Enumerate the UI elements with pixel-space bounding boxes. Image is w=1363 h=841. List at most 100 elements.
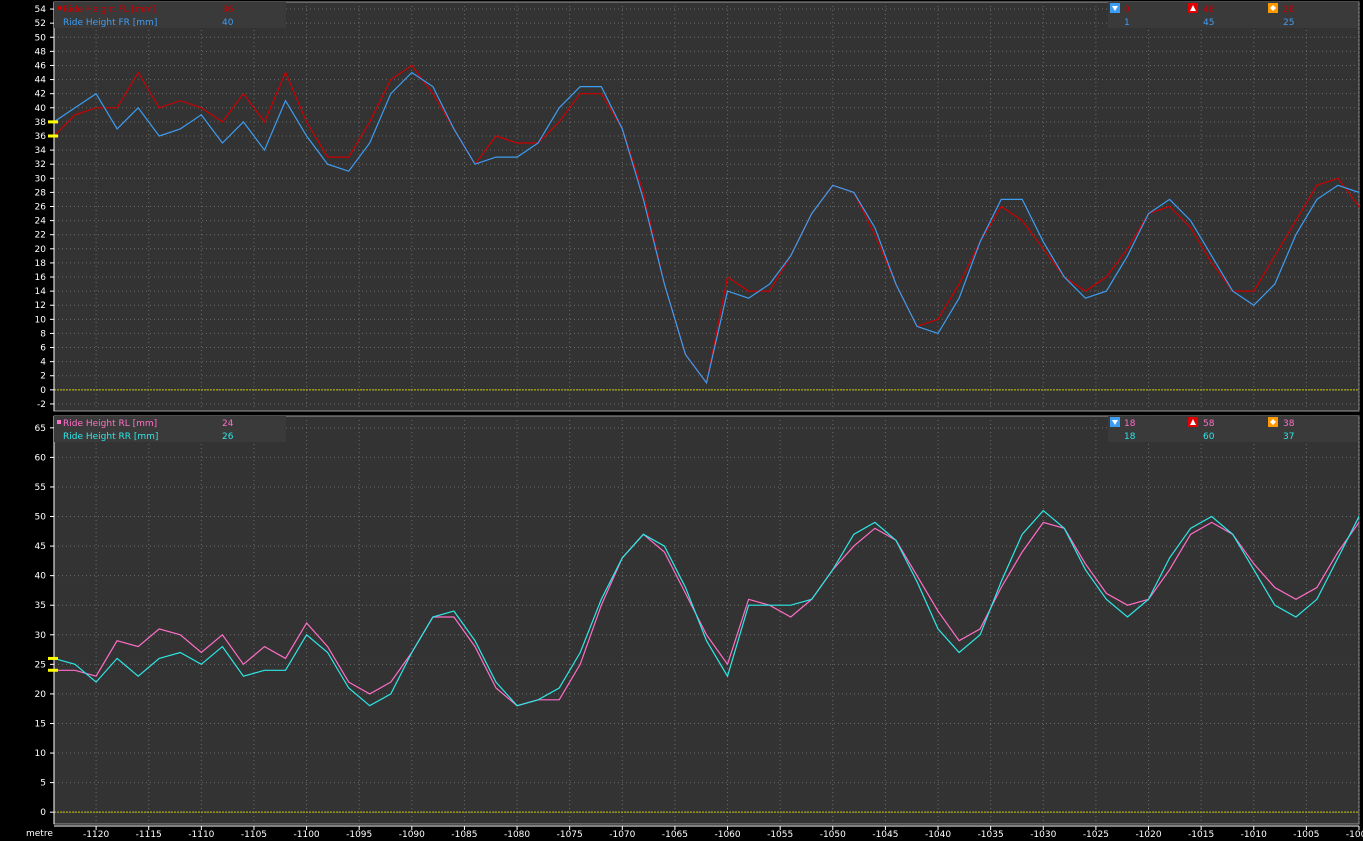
bottom-y-tick-label: 50 [35, 513, 47, 523]
legend-value-rr: 26 [222, 432, 234, 442]
top-y-tick-label: 36 [35, 132, 47, 142]
top-y-tick-label: -2 [37, 400, 46, 410]
top-y-tick-label: 50 [35, 33, 47, 43]
top-y-tick-label: 0 [40, 386, 46, 396]
bottom-y-tick-label: 10 [35, 749, 47, 759]
x-tick-label: -1085 [451, 830, 477, 840]
legend-value-fl: 36 [222, 5, 234, 15]
x-tick-label: -1100 [294, 830, 320, 840]
x-tick-label: -1075 [557, 830, 583, 840]
bottom-y-tick-label: 65 [35, 424, 46, 434]
top-y-tick-label: 52 [35, 19, 46, 29]
x-tick-label: -1020 [1135, 830, 1161, 840]
legend-value-fr: 40 [222, 18, 234, 28]
max-icon [1188, 417, 1198, 427]
top-y-tick-label: 30 [35, 174, 47, 184]
rr-avg-value: 37 [1283, 432, 1294, 442]
top-y-tick-label: 4 [40, 358, 46, 368]
min-icon [1110, 417, 1120, 427]
legend-label-rl[interactable]: Ride Height RL [mm] [63, 419, 157, 429]
x-tick-label: -1040 [925, 830, 951, 840]
top-y-tick-label: 22 [35, 231, 46, 241]
top-y-tick-label: 54 [35, 5, 47, 15]
x-tick-label: -1030 [1030, 830, 1056, 840]
top-y-tick-label: 24 [35, 217, 47, 227]
x-tick-label: -1055 [767, 830, 793, 840]
rl-max-value: 58 [1203, 419, 1215, 429]
legend-label-rr[interactable]: Ride Height RR [mm] [63, 432, 158, 442]
top-stats: 0 46 26 1 45 25 [1108, 2, 1358, 28]
top-y-tick-label: 46 [35, 61, 47, 71]
x-tick-label: -1070 [609, 830, 635, 840]
top-y-tick-label: 48 [35, 47, 47, 57]
bottom-y-tick-label: 5 [40, 779, 46, 789]
top-y-tick-label: 16 [35, 273, 47, 283]
top-y-tick-label: 20 [35, 245, 47, 255]
fr-min-value: 1 [1124, 18, 1130, 28]
bottom-y-tick-label: 30 [35, 631, 47, 641]
fl-min-value: 0 [1124, 5, 1130, 15]
x-tick-label: -1045 [872, 830, 898, 840]
x-tick-label: -1080 [504, 830, 530, 840]
x-tick-label: -1060 [714, 830, 740, 840]
x-tick-label: -1015 [1188, 830, 1214, 840]
rr-min-value: 18 [1124, 432, 1136, 442]
x-tick-label: -1090 [399, 830, 425, 840]
legend-swatch-fl [57, 6, 61, 10]
x-tick-label: -1000 [1346, 830, 1363, 840]
telemetry-chart: -202468101214161820222426283032343638404… [0, 0, 1363, 841]
top-y-tick-label: 6 [40, 344, 46, 354]
bottom-stats-bg [1108, 416, 1358, 442]
top-y-tick-label: 10 [35, 315, 47, 325]
bottom-plot-area[interactable] [53, 415, 1360, 825]
x-tick-label: -1095 [346, 830, 372, 840]
top-y-tick-label: 34 [35, 146, 47, 156]
top-y-tick-label: 2 [40, 372, 46, 382]
x-tick-label: -1115 [136, 830, 162, 840]
top-y-tick-label: 14 [35, 287, 47, 297]
x-tick-label: -1035 [978, 830, 1004, 840]
rl-min-value: 18 [1124, 419, 1136, 429]
fr-avg-value: 25 [1283, 18, 1294, 28]
min-icon [1110, 3, 1120, 13]
legend-swatch-rl [57, 420, 61, 424]
bottom-y-tick-label: 0 [40, 808, 46, 818]
rr-max-value: 60 [1203, 432, 1215, 442]
x-axis-unit: metre [26, 829, 53, 839]
bottom-legend: Ride Height RL [mm] 24 Ride Height RR [m… [54, 416, 286, 442]
top-y-tick-label: 8 [40, 329, 46, 339]
x-tick-label: -1050 [820, 830, 846, 840]
x-tick-label: -1065 [662, 830, 688, 840]
top-y-tick-label: 28 [35, 188, 47, 198]
x-tick-label: -1005 [1293, 830, 1319, 840]
top-stats-bg [1108, 2, 1358, 28]
avg-icon [1268, 417, 1278, 427]
top-panel[interactable]: -202468101214161820222426283032343638404… [35, 1, 1363, 412]
bottom-y-tick-label: 35 [35, 601, 46, 611]
legend-value-rl: 24 [222, 419, 234, 429]
top-legend: Ride Height FL [mm] 36 Ride Height FR [m… [54, 2, 286, 28]
x-tick-label: -1110 [188, 830, 214, 840]
bottom-y-tick-label: 15 [35, 719, 46, 729]
bottom-y-tick-label: 60 [35, 453, 47, 463]
top-y-tick-label: 38 [35, 118, 47, 128]
avg-icon [1268, 3, 1278, 13]
legend-label-fr[interactable]: Ride Height FR [mm] [63, 18, 157, 28]
top-y-tick-label: 12 [35, 301, 46, 311]
x-tick-label: -1105 [241, 830, 267, 840]
bottom-panel[interactable]: 0 5 10 15 20 25 30 35 40 45 50 55 60 65 Ride Height R… [35, 415, 1363, 825]
x-tick-label: -1025 [1083, 830, 1109, 840]
bottom-y-tick-label: 20 [35, 690, 47, 700]
x-tick-label: -1010 [1241, 830, 1267, 840]
bottom-y-tick-label: 55 [35, 483, 46, 493]
bottom-stats: 18 58 38 18 60 37 [1108, 416, 1358, 442]
bottom-y-tick-label: 40 [35, 572, 47, 582]
fl-max-value: 46 [1203, 5, 1215, 15]
top-y-tick-label: 40 [35, 104, 47, 114]
top-y-tick-label: 18 [35, 259, 47, 269]
bottom-y-tick-label: 25 [35, 660, 46, 670]
fl-avg-value: 26 [1283, 5, 1295, 15]
legend-label-fl[interactable]: Ride Height FL [mm] [63, 5, 156, 15]
bottom-y-tick-label: 45 [35, 542, 46, 552]
fr-max-value: 45 [1203, 18, 1214, 28]
